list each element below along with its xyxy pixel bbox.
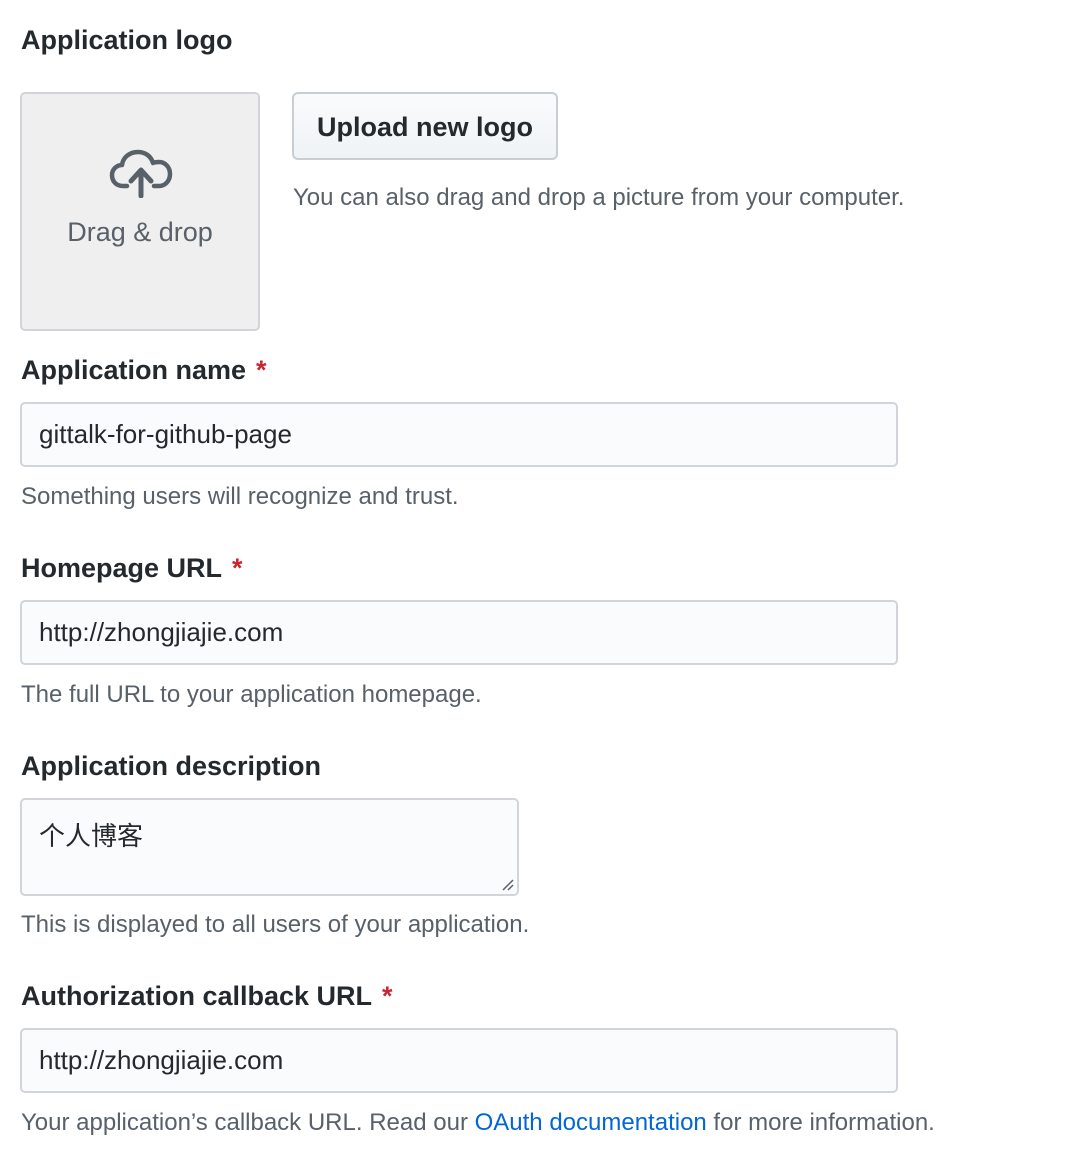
required-marker: * xyxy=(382,981,393,1011)
callback-note-suffix: for more information. xyxy=(706,1109,935,1136)
application-description-note: This is displayed to all users of your a… xyxy=(21,911,530,938)
cloud-upload-icon xyxy=(109,149,173,198)
homepage-url-label: Homepage URL * xyxy=(21,552,243,584)
application-name-label: Application name * xyxy=(21,354,267,386)
application-description-textarea[interactable]: 个人博客 xyxy=(20,798,519,896)
application-name-input[interactable]: gittalk-for-github-page xyxy=(20,402,898,467)
required-marker: * xyxy=(232,553,243,583)
application-logo-label: Application logo xyxy=(21,25,233,55)
callback-note-prefix: Your application’s callback URL. Read ou… xyxy=(21,1109,475,1136)
application-name-label-text: Application name xyxy=(21,355,247,385)
oauth-documentation-link[interactable]: OAuth documentation xyxy=(475,1109,707,1136)
callback-url-label-text: Authorization callback URL xyxy=(21,981,373,1011)
dropzone-text: Drag & drop xyxy=(67,217,213,247)
callback-url-label: Authorization callback URL * xyxy=(21,980,393,1012)
application-description-label: Application description xyxy=(21,751,322,781)
resize-handle-icon[interactable] xyxy=(500,877,514,891)
logo-dropzone[interactable]: Drag & drop xyxy=(20,92,260,331)
homepage-url-input[interactable]: http://zhongjiajie.com xyxy=(20,600,898,665)
upload-note: You can also drag and drop a picture fro… xyxy=(293,184,905,211)
callback-url-input[interactable]: http://zhongjiajie.com xyxy=(20,1028,898,1093)
upload-new-logo-button[interactable]: Upload new logo xyxy=(292,92,558,160)
required-marker: * xyxy=(256,355,267,385)
homepage-url-label-text: Homepage URL xyxy=(21,553,223,583)
description-value: 个人博客 xyxy=(39,822,144,852)
homepage-url-note: The full URL to your application homepag… xyxy=(21,681,482,708)
callback-url-note: Your application’s callback URL. Read ou… xyxy=(21,1108,935,1138)
application-name-note: Something users will recognize and trust… xyxy=(21,483,459,510)
